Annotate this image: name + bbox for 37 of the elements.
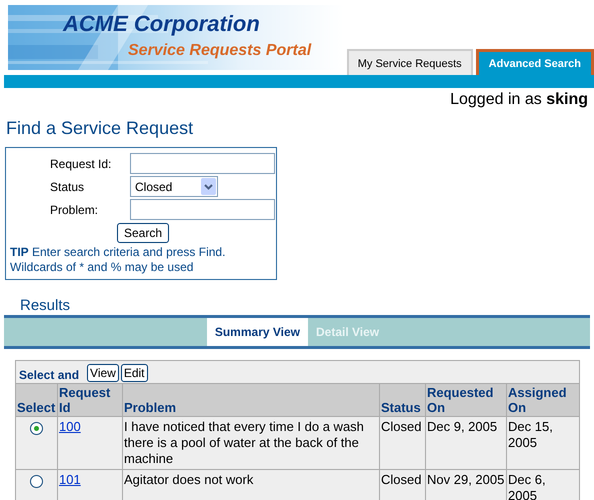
search-button[interactable]: Search [116,223,170,243]
request-id-link[interactable]: 101 [59,472,81,487]
table-cell: Closed [380,416,426,470]
portal-name: Service Requests Portal [128,42,312,60]
nav-tab[interactable]: My Service Requests [346,49,473,75]
input-field[interactable] [130,199,275,220]
view-tab[interactable]: Summary View [206,318,308,346]
column-header: Requested On [426,384,506,416]
status-select[interactable]: Closed [130,176,218,197]
table-cell: Closed [380,470,426,500]
column-header: Select [16,384,58,416]
field-label: Problem: [49,202,100,216]
select-radio[interactable] [30,475,43,488]
field-label: Request Id: [49,156,112,170]
table-cell: Agitator does not work [122,470,380,500]
action-button[interactable]: View [87,364,119,382]
column-header: Request Id [58,384,122,416]
select-radio[interactable] [30,422,43,435]
column-header: Problem [122,384,380,416]
company-name: ACME Corporation [63,11,260,37]
table-cell: Dec 9, 2005 [426,416,506,470]
table-cell: Dec 6, 2005 [506,470,580,500]
table-cell: Nov 29, 2005 [426,470,506,500]
input-field[interactable] [130,153,275,174]
tip-text: Wildcards of * and % may be used [10,260,194,275]
login-status: Logged in as sking [449,90,589,109]
tip-text: TIP Enter search criteria and press Find. [10,245,226,260]
table-cell: I have noticed that every time I do a wash there is a pool of water at the back of the machine [122,416,380,470]
column-header: Assigned On [506,384,580,416]
search-title: Find a Service Request [5,117,194,139]
table-cell: Dec 15, 2005 [506,416,580,470]
toolbar-label: Select and [19,368,80,382]
action-button[interactable]: Edit [120,364,148,382]
results-title: Results [19,296,72,314]
field-label: Status [49,180,86,194]
request-id-link[interactable]: 100 [59,419,81,434]
column-header: Status [380,384,426,416]
